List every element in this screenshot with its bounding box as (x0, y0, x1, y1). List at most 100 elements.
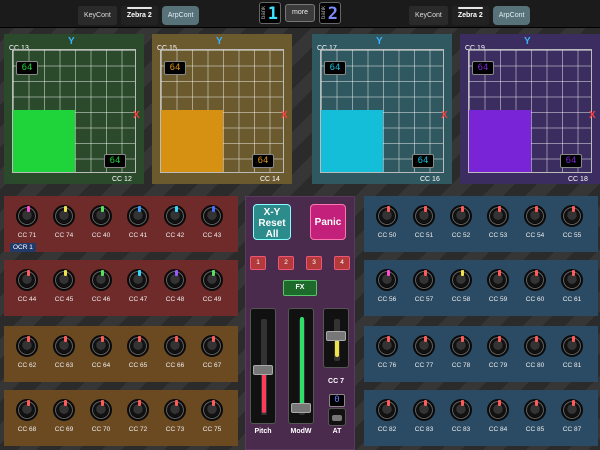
knob-indicator (138, 206, 141, 212)
tab-zebra2-left[interactable]: Zebra 2 (120, 6, 158, 25)
left-knob-label-4-5: CC 73 (165, 426, 185, 433)
right-knob-4-1[interactable] (376, 399, 398, 421)
right-knob-4-4[interactable] (487, 399, 509, 421)
left-knob-1-2[interactable] (53, 205, 75, 227)
modw-handle[interactable] (291, 403, 311, 413)
right-knob-3-3[interactable] (450, 335, 472, 357)
xy-pad-1-x-cc: CC 12 (112, 176, 132, 183)
knob-indicator (175, 206, 178, 212)
bank-1-indicator[interactable]: bank 1 (259, 2, 281, 24)
right-knob-4-6[interactable] (561, 399, 583, 421)
right-knob-row-2 (364, 260, 598, 316)
knob-indicator (387, 206, 390, 212)
left-knob-1-1[interactable] (16, 205, 38, 227)
more-button[interactable]: more (285, 4, 315, 22)
right-knob-1-4[interactable] (487, 205, 509, 227)
knob-indicator (175, 400, 178, 406)
knob-indicator (535, 206, 538, 212)
right-knob-4-2[interactable] (413, 399, 435, 421)
bank-2-indicator[interactable]: bank 2 (319, 2, 341, 24)
left-knob-4-5[interactable] (164, 399, 186, 421)
right-knob-4-3[interactable] (450, 399, 472, 421)
right-knob-1-1[interactable] (376, 205, 398, 227)
right-knob-label-2-4: CC 59 (488, 296, 508, 303)
left-knob-3-6[interactable] (201, 335, 223, 357)
preset-button-2[interactable]: 2 (278, 256, 294, 270)
right-knob-3-6[interactable] (561, 335, 583, 357)
cc7-label: CC 7 (328, 378, 344, 385)
tab-arpcont-right[interactable]: ArpCont (492, 6, 531, 25)
left-knob-2-2[interactable] (53, 269, 75, 291)
right-knob-3-2[interactable] (413, 335, 435, 357)
knob-indicator (461, 336, 464, 342)
left-knob-label-1-3: CC 40 (91, 232, 111, 239)
left-knob-3-1[interactable] (16, 335, 38, 357)
modw-slider[interactable] (288, 308, 314, 424)
right-knob-1-5[interactable] (524, 205, 546, 227)
right-knob-1-2[interactable] (413, 205, 435, 227)
right-knob-2-3[interactable] (450, 269, 472, 291)
left-knob-1-5[interactable] (164, 205, 186, 227)
left-knob-2-5[interactable] (164, 269, 186, 291)
at-slider[interactable] (328, 408, 346, 426)
knob-indicator (138, 336, 141, 342)
right-knob-2-5[interactable] (524, 269, 546, 291)
right-knob-4-5[interactable] (524, 399, 546, 421)
cc7-slider[interactable] (323, 308, 349, 368)
left-knob-4-1[interactable] (16, 399, 38, 421)
knob-indicator (424, 206, 427, 212)
left-knob-4-6[interactable] (201, 399, 223, 421)
fx-button[interactable]: FX (283, 280, 317, 296)
left-knob-1-3[interactable] (90, 205, 112, 227)
right-knob-3-5[interactable] (524, 335, 546, 357)
tab-keycont-left[interactable]: KeyCont (78, 6, 117, 25)
left-knob-2-4[interactable] (127, 269, 149, 291)
tab-arpcont-left[interactable]: ArpCont (161, 6, 200, 25)
left-knob-1-6[interactable] (201, 205, 223, 227)
left-knob-2-6[interactable] (201, 269, 223, 291)
right-knob-3-4[interactable] (487, 335, 509, 357)
pitch-handle[interactable] (253, 365, 273, 375)
left-knob-2-3[interactable] (90, 269, 112, 291)
knob-indicator (175, 336, 178, 342)
pitch-slider[interactable] (250, 308, 276, 424)
right-knob-label-2-3: CC 58 (451, 296, 471, 303)
left-knob-1-4[interactable] (127, 205, 149, 227)
knob-indicator (498, 270, 501, 276)
left-knob-3-4[interactable] (127, 335, 149, 357)
tab-keycont-right[interactable]: KeyCont (409, 6, 448, 25)
preset-button-1[interactable]: 1 (250, 256, 266, 270)
right-knob-label-3-5: CC 80 (525, 362, 545, 369)
left-tab-group: KeyCont Zebra 2 ArpCont (78, 6, 200, 25)
left-knob-3-2[interactable] (53, 335, 75, 357)
right-knob-2-1[interactable] (376, 269, 398, 291)
knob-indicator (424, 400, 427, 406)
right-knob-2-6[interactable] (561, 269, 583, 291)
preset-button-3[interactable]: 3 (306, 256, 322, 270)
top-bar: KeyCont Zebra 2 ArpCont bank 1 more bank… (0, 0, 600, 28)
panic-button[interactable]: Panic (310, 204, 346, 240)
left-knob-4-3[interactable] (90, 399, 112, 421)
at-handle[interactable] (332, 415, 342, 421)
preset-button-4[interactable]: 4 (334, 256, 350, 270)
left-knob-4-2[interactable] (53, 399, 75, 421)
left-knob-2-1[interactable] (16, 269, 38, 291)
right-knob-2-2[interactable] (413, 269, 435, 291)
xy-pad-1-y-value: 64 (16, 61, 38, 75)
xy-pad-1-x-axis-label: X (133, 110, 140, 121)
cc7-handle[interactable] (326, 331, 346, 341)
left-knob-label-3-3: CC 64 (91, 362, 111, 369)
left-knob-label-1-6: CC 43 (202, 232, 222, 239)
xy-pad-2-y-value: 64 (164, 61, 186, 75)
left-knob-label-4-6: CC 75 (202, 426, 222, 433)
knob-indicator (424, 270, 427, 276)
right-knob-1-6[interactable] (561, 205, 583, 227)
right-knob-1-3[interactable] (450, 205, 472, 227)
left-knob-3-5[interactable] (164, 335, 186, 357)
xy-reset-all-button[interactable]: X-Y Reset All (253, 204, 291, 240)
right-knob-3-1[interactable] (376, 335, 398, 357)
left-knob-4-4[interactable] (127, 399, 149, 421)
left-knob-3-3[interactable] (90, 335, 112, 357)
right-knob-2-4[interactable] (487, 269, 509, 291)
tab-zebra2-right[interactable]: Zebra 2 (451, 6, 489, 25)
